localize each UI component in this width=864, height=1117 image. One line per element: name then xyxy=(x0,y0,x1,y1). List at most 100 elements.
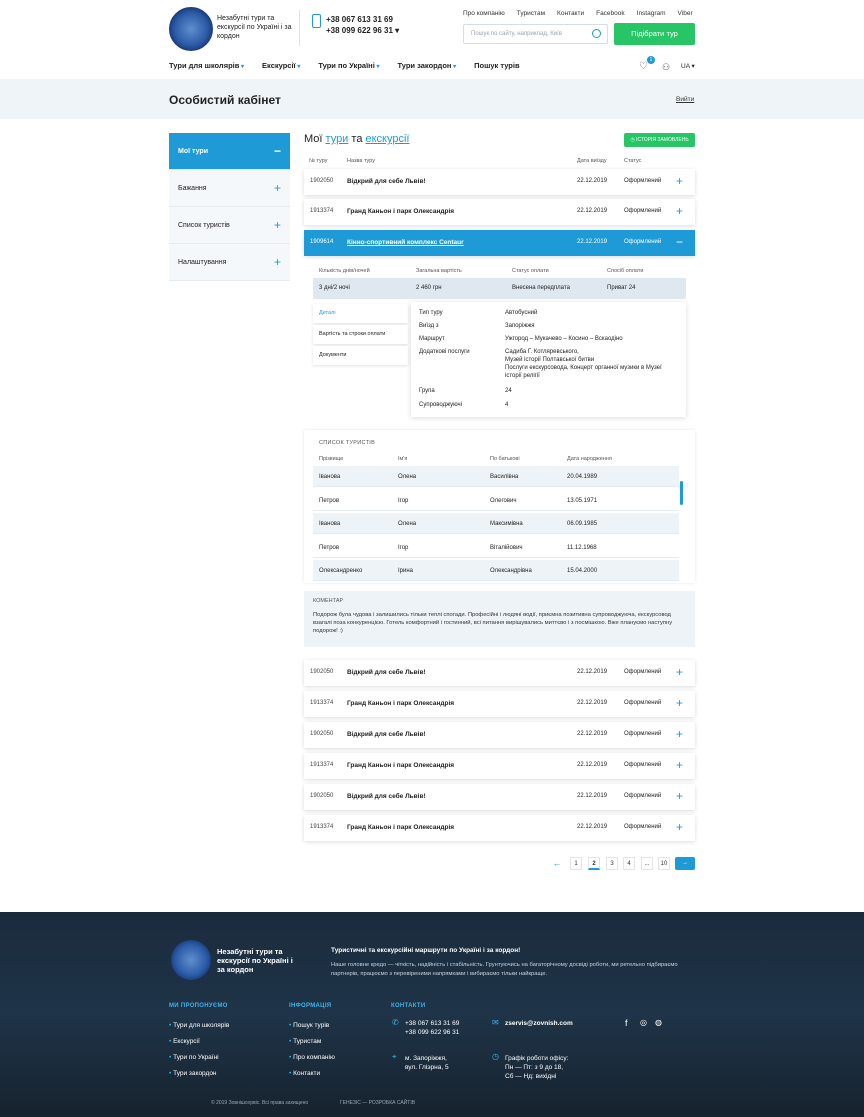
order-row[interactable]: 1902050 Відкрий для себе Львів! 22.12.2019… xyxy=(304,722,695,748)
tourist-cell: Максимівна xyxy=(490,521,523,527)
order-name: Кінно-спортивний комплекс Centaur xyxy=(347,239,464,246)
topnav-instagram[interactable]: Instagram xyxy=(637,10,666,17)
instagram-icon[interactable]: ◎ xyxy=(640,1018,647,1027)
footer-offers-list: Тури для школярівЕкскурсіїТури по Україн… xyxy=(169,1018,229,1082)
title-text: та xyxy=(348,133,366,145)
page-3[interactable]: 3 xyxy=(606,857,618,870)
scrollbar[interactable] xyxy=(680,481,683,505)
tab-documents[interactable]: Документи xyxy=(313,346,408,365)
sidebar-item-my-tours[interactable]: Мої тури − xyxy=(169,133,290,170)
topnav-contacts[interactable]: Контакти xyxy=(557,10,584,17)
menu-ukraine[interactable]: Тури по Україні xyxy=(318,61,379,70)
footer-link[interactable]: Тури закордон xyxy=(169,1066,229,1082)
site-logo[interactable] xyxy=(169,7,213,51)
topnav-viber[interactable]: Viber xyxy=(678,10,693,17)
search-icon[interactable] xyxy=(592,29,601,38)
menu-schoolkids[interactable]: Тури для школярів xyxy=(169,61,244,70)
expand-icon[interactable]: + xyxy=(676,727,683,741)
tourist-row[interactable]: Петров Ігор Олегович 13.05.1971 xyxy=(313,490,679,511)
col-firstname: Ім'я xyxy=(398,456,408,462)
tourist-cell: 06.09.1985 xyxy=(567,521,598,527)
order-row[interactable]: 1902050 Відкрий для себе Львів! 22.12.2019… xyxy=(304,660,695,686)
page-4[interactable]: 4 xyxy=(623,857,635,870)
info-value: 4 xyxy=(505,402,509,408)
sidebar-item-tourists[interactable]: Список туристів + xyxy=(169,207,290,244)
topnav-tourists[interactable]: Туристам xyxy=(517,10,545,17)
comment-text: Подорож була чудова і залишились тільки … xyxy=(313,612,673,634)
footer-link[interactable]: Туристам xyxy=(289,1034,335,1050)
page-1[interactable]: 1 xyxy=(570,857,582,870)
menu-search-tours[interactable]: Пошук турів xyxy=(474,61,519,70)
footer-email[interactable]: zservis@zovnish.com xyxy=(505,1019,573,1028)
details-values: 3 дні/2 ночі 2 460 грн Внесена передплат… xyxy=(313,278,686,299)
footer-phone-1[interactable]: +38 067 613 31 69 xyxy=(405,1019,459,1028)
tours-link[interactable]: тури xyxy=(326,133,349,145)
header-phones[interactable]: +38 067 613 31 69 +38 099 622 96 31 ▾ xyxy=(326,14,399,36)
expand-icon[interactable]: + xyxy=(676,665,683,679)
order-row[interactable]: 1913374 Гранд Каньон і парк Олександрія 22… xyxy=(304,691,695,717)
order-row[interactable]: 1909614 Кінно-спортивний комплекс Centaur… xyxy=(304,230,695,256)
prev-page-button[interactable]: ← xyxy=(548,857,566,870)
footer-tagline: Незабутні тури та екскурсії по Україні і… xyxy=(217,947,293,974)
page-2[interactable]: 2 xyxy=(588,857,600,870)
order-row[interactable]: 1913374 Гранд Каньон і парк Олександрія 22… xyxy=(304,199,695,225)
footer-link[interactable]: Тури по Україні xyxy=(169,1050,229,1066)
menu-abroad[interactable]: Тури закордон xyxy=(397,61,456,70)
developer-credit[interactable]: ГЕНЕЗІС — РОЗРОБКА САЙТІВ xyxy=(340,1100,415,1106)
expand-icon[interactable]: + xyxy=(676,174,683,188)
tourist-cell: Олегович xyxy=(490,497,517,504)
expand-icon[interactable]: + xyxy=(676,696,683,710)
sidebar-item-settings[interactable]: Налаштування + xyxy=(169,244,290,281)
order-date: 22.12.2019 xyxy=(577,824,608,830)
expand-icon[interactable]: + xyxy=(676,204,683,218)
phone-1[interactable]: +38 067 613 31 69 xyxy=(326,14,399,25)
order-row[interactable]: 1902050 Відкрий для себе Львів! 22.12.2019… xyxy=(304,784,695,810)
viber-icon[interactable]: ◍ xyxy=(655,1018,662,1027)
logout-link[interactable]: Вийти xyxy=(676,96,694,103)
tourist-row[interactable]: Олександренко Ірина Олександрівна 15.04.200… xyxy=(313,560,679,581)
page-10[interactable]: 10 xyxy=(658,857,670,870)
phone-2[interactable]: +38 099 622 96 31 ▾ xyxy=(326,25,399,36)
order-id: 1902050 xyxy=(310,731,334,737)
footer-link[interactable]: Контакти xyxy=(289,1066,335,1082)
tourist-row[interactable]: Іванова Олена Максимівна 06.09.1985 xyxy=(313,513,679,534)
tourist-row[interactable]: Петров Ігор Віталійович 11.12.1968 xyxy=(313,537,679,558)
topnav-facebook[interactable]: Facebook xyxy=(596,10,625,17)
tab-details[interactable]: Деталі xyxy=(313,304,408,323)
facebook-icon[interactable]: f xyxy=(625,1018,628,1028)
info-value: Послуги екскурсовода, Концерт органної м… xyxy=(505,365,662,371)
expand-icon[interactable]: + xyxy=(676,820,683,834)
topnav-about[interactable]: Про компанію xyxy=(463,10,505,17)
footer-link[interactable]: Тури для школярів xyxy=(169,1018,229,1034)
tourist-cell: Ігор xyxy=(398,497,409,504)
sidebar-item-wishes[interactable]: Бажання + xyxy=(169,170,290,207)
expand-icon[interactable]: + xyxy=(676,789,683,803)
next-page-button[interactable]: → xyxy=(675,857,695,870)
order-date: 22.12.2019 xyxy=(577,208,608,214)
order-history-button[interactable]: ◷ ІСТОРІЯ ЗАМОВЛЕНЬ xyxy=(624,133,695,147)
footer-phones[interactable]: +38 067 613 31 69 +38 099 622 96 31 xyxy=(405,1019,459,1037)
footer-phone-2[interactable]: +38 099 622 96 31 xyxy=(405,1028,459,1037)
menu-excursions[interactable]: Екскурсії xyxy=(262,61,300,70)
tab-payment[interactable]: Вартість та строки оплати xyxy=(313,325,408,344)
order-row[interactable]: 1913374 Гранд Каньон і парк Олександрія 22… xyxy=(304,815,695,841)
order-row[interactable]: 1913374 Гранд Каньон і парк Олександрія 22… xyxy=(304,753,695,779)
user-icon[interactable]: ⚇ xyxy=(662,62,670,73)
tourist-cell: Олена xyxy=(398,521,417,527)
footer-logo[interactable] xyxy=(171,940,211,980)
expand-icon[interactable]: + xyxy=(676,758,683,772)
search-input[interactable]: Пошук по сайту, наприклад, Київ xyxy=(463,24,608,44)
detail-head: Статус оплати xyxy=(512,268,549,274)
language-select[interactable]: UA ▾ xyxy=(681,62,695,70)
tourist-row[interactable]: Іванова Олена Василівна 20.04.1989 xyxy=(313,466,679,487)
order-name: Відкрий для себе Львів! xyxy=(347,731,426,738)
footer-link[interactable]: Пошук турів xyxy=(289,1018,335,1034)
heart-icon[interactable]: ♡ xyxy=(639,61,648,72)
collapse-icon[interactable]: − xyxy=(676,235,683,249)
footer-link[interactable]: Екскурсії xyxy=(169,1034,229,1050)
pick-tour-button[interactable]: Підібрати тур xyxy=(614,23,695,45)
history-label: ІСТОРІЯ ЗАМОВЛЕНЬ xyxy=(636,137,689,143)
excursions-link[interactable]: екскурсії xyxy=(366,133,410,145)
footer-link[interactable]: Про компанію xyxy=(289,1050,335,1066)
order-row[interactable]: 1902050 Відкрий для себе Львів! 22.12.2019… xyxy=(304,169,695,195)
